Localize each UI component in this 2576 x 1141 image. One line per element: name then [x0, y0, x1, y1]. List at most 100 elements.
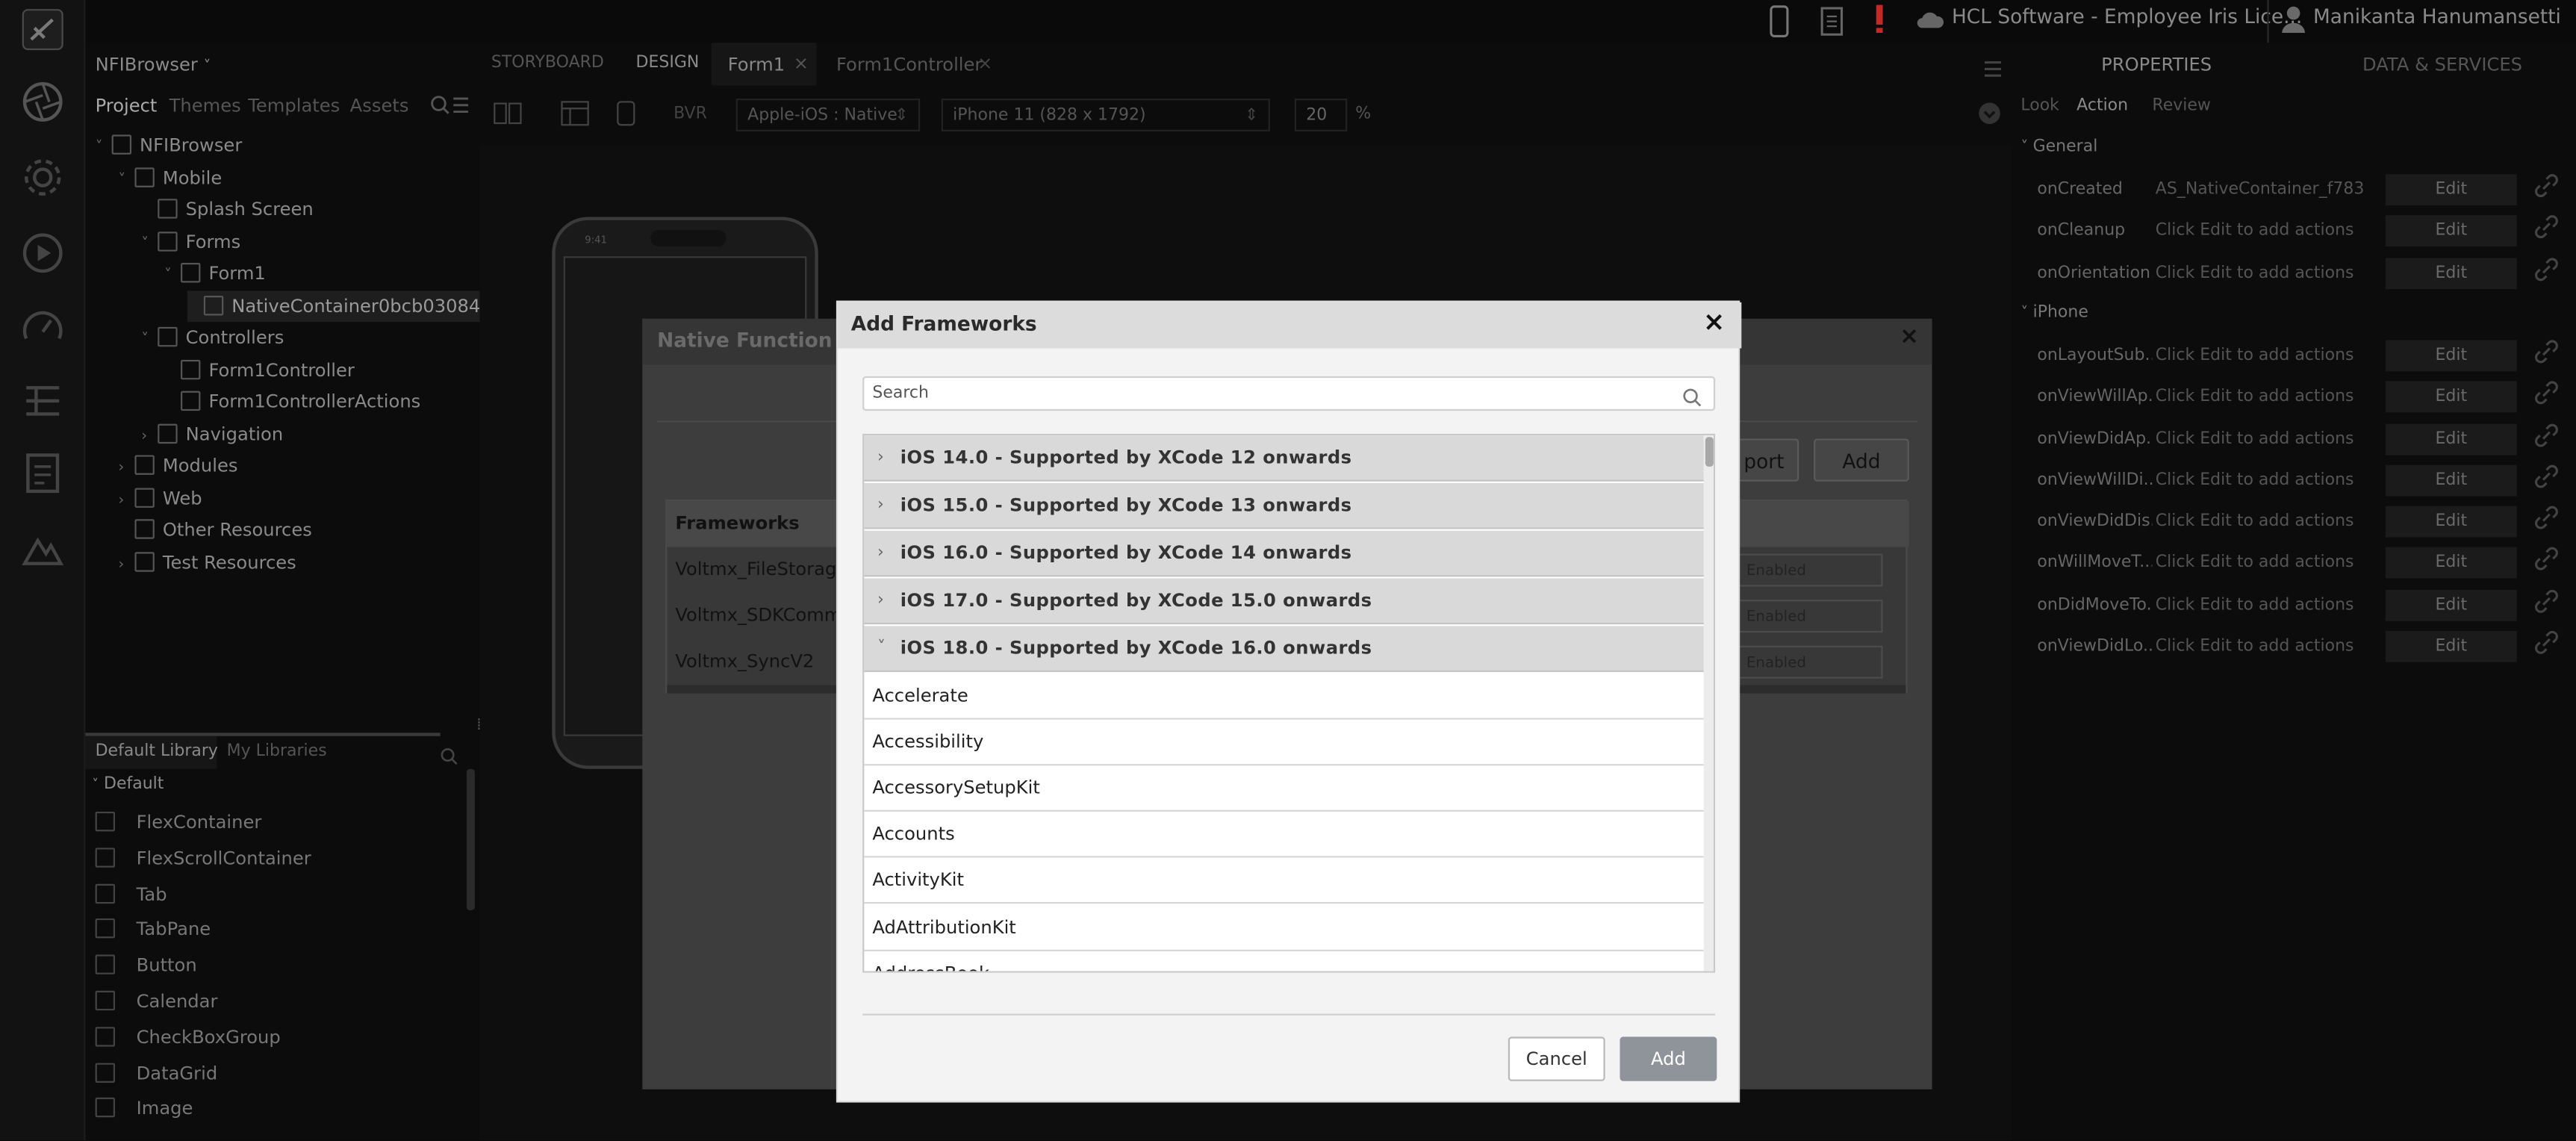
tab-project[interactable]: Project	[96, 96, 158, 117]
tab-action[interactable]: Action	[2076, 97, 2128, 115]
clipboard-icon[interactable]	[1817, 5, 1847, 38]
link-icon[interactable]	[2533, 172, 2560, 199]
link-icon[interactable]	[2533, 546, 2560, 572]
edit-button[interactable]: Edit	[2385, 506, 2517, 538]
link-icon[interactable]	[2533, 505, 2560, 531]
tree-toggle-icon[interactable]: ˅	[141, 230, 158, 261]
status-select[interactable]: Enabled	[1735, 600, 1883, 633]
library-item[interactable]: Tab	[95, 878, 167, 911]
search-icon[interactable]	[441, 741, 458, 765]
logo-icon[interactable]	[19, 7, 66, 53]
edit-button[interactable]: Edit	[2385, 630, 2517, 662]
document-icon[interactable]	[19, 450, 66, 497]
bvr-toggle[interactable]: BVR	[673, 105, 707, 123]
framework-group-header[interactable]: ˅ iOS 18.0 - Supported by XCode 16.0 onwa…	[864, 627, 1704, 673]
library-item[interactable]: Calendar	[95, 986, 217, 1019]
tree-toggle-icon[interactable]: ˅	[96, 133, 112, 164]
close-icon[interactable]: ×	[1900, 323, 1919, 349]
tab-themes[interactable]: Themes	[169, 96, 241, 117]
tree-item[interactable]: › Test Resources	[118, 547, 296, 579]
framework-group-header[interactable]: › iOS 16.0 - Supported by XCode 14 onward…	[864, 531, 1704, 577]
tree-item[interactable]: ˅ Mobile	[118, 163, 222, 194]
edit-button[interactable]: Edit	[2385, 340, 2517, 372]
tab-my-libraries[interactable]: My Libraries	[227, 743, 327, 761]
tree-item[interactable]: › Web	[118, 483, 202, 514]
tree-toggle-icon[interactable]: ›	[118, 453, 134, 485]
settings-gear-icon[interactable]	[19, 155, 66, 201]
tree-item[interactable]: Other Resources	[118, 514, 312, 546]
property-section-header[interactable]: ˅ General	[2020, 138, 2097, 156]
project-selector[interactable]: NFIBrowser ˅	[96, 55, 211, 76]
library-item[interactable]: TabPane	[95, 914, 211, 947]
link-icon[interactable]	[2533, 338, 2560, 364]
library-item[interactable]: CheckBoxGroup	[95, 1022, 281, 1054]
tree-toggle-icon[interactable]: ˅	[118, 166, 134, 197]
tab-form1[interactable]: Form1 ×	[711, 43, 817, 86]
library-item[interactable]: DataGrid	[95, 1057, 217, 1090]
table-row[interactable]: Voltmx_FileStorage	[675, 547, 847, 594]
aperture-icon[interactable]	[19, 79, 66, 125]
device-select[interactable]: iPhone 11 (828 x 1792) ⇕	[941, 99, 1270, 132]
gauge-icon[interactable]	[19, 305, 66, 352]
tree-toggle-icon[interactable]: ›	[118, 486, 134, 517]
edit-button[interactable]: Edit	[2385, 547, 2517, 579]
property-section-header[interactable]: ˅ iPhone	[2020, 304, 2088, 322]
library-item[interactable]: FlexScrollContainer	[95, 842, 311, 875]
tab-templates[interactable]: Templates	[248, 96, 340, 117]
link-icon[interactable]	[2533, 629, 2560, 656]
expand-circle-icon[interactable]	[1978, 102, 2001, 125]
zoom-input[interactable]: 20	[1294, 99, 1348, 132]
framework-list-item[interactable]: AdAttributionKit	[864, 904, 1704, 951]
library-item[interactable]: Button	[95, 950, 197, 983]
link-icon[interactable]	[2533, 214, 2560, 240]
tree-toggle-icon[interactable]: ›	[141, 422, 158, 453]
list-scrollbar[interactable]	[1703, 435, 1714, 971]
device-frame-icon[interactable]	[612, 100, 641, 126]
tree-item[interactable]: Form1Controller	[164, 355, 355, 386]
mountain-icon[interactable]	[19, 526, 66, 572]
framework-list-item[interactable]: AccessorySetupKit	[864, 765, 1704, 812]
tree-item[interactable]: ˅ Controllers	[141, 322, 284, 353]
edit-button[interactable]: Edit	[2385, 464, 2517, 497]
close-icon[interactable]: ×	[1703, 305, 1725, 337]
scroll-thumb[interactable]	[1705, 437, 1714, 467]
hamburger-menu-icon[interactable]	[1983, 55, 2003, 77]
play-icon[interactable]	[19, 230, 66, 276]
link-icon[interactable]	[2533, 421, 2560, 447]
framework-list-item[interactable]: Accounts	[864, 812, 1704, 858]
tree-item[interactable]: ˅ NFIBrowser	[96, 130, 242, 164]
tree-item[interactable]: ˅ Form1	[164, 258, 266, 289]
nfi-add-button[interactable]: Add	[1814, 438, 1909, 482]
edit-button[interactable]: Edit	[2385, 174, 2517, 206]
device-phone-icon[interactable]	[1764, 5, 1794, 38]
library-item[interactable]: FlexContainer	[95, 806, 261, 839]
tab-assets[interactable]: Assets	[350, 96, 409, 117]
table-row[interactable]: Voltmx_SDKComm	[675, 593, 841, 639]
library-scroll-thumb[interactable]	[466, 768, 475, 910]
link-icon[interactable]	[2533, 255, 2560, 282]
tab-storyboard[interactable]: STORYBOARD	[491, 55, 604, 72]
status-select[interactable]: Enabled	[1735, 645, 1883, 679]
framework-group-header[interactable]: › iOS 15.0 - Supported by XCode 13 onward…	[864, 483, 1704, 529]
edit-button[interactable]: Edit	[2385, 257, 2517, 289]
search-filter-icon[interactable]	[430, 93, 470, 116]
tree-item[interactable]: NativeContainer0bcb03084e2	[187, 290, 510, 323]
tree-item[interactable]: Form1ControllerActions	[164, 386, 420, 417]
split-view-icon[interactable]	[493, 102, 523, 125]
user-name[interactable]: Manikanta Hanumansetti	[2313, 5, 2561, 28]
tree-toggle-icon[interactable]: ›	[118, 550, 134, 582]
tab-form1controller[interactable]: Form1Controller	[836, 55, 982, 76]
framework-group-header[interactable]: › iOS 14.0 - Supported by XCode 12 onward…	[864, 435, 1704, 482]
tab-design[interactable]: DESIGN	[636, 55, 700, 72]
edit-button[interactable]: Edit	[2385, 423, 2517, 455]
user-avatar-icon[interactable]	[2280, 5, 2306, 35]
tree-item[interactable]: Splash Screen	[141, 194, 314, 226]
status-select[interactable]: Enabled	[1735, 553, 1883, 587]
warning-icon[interactable]	[1871, 3, 1888, 36]
framework-list-item[interactable]: Accessibility	[864, 719, 1704, 765]
framework-group-header[interactable]: › iOS 17.0 - Supported by XCode 15.0 onwa…	[864, 579, 1704, 625]
tab-look[interactable]: Look	[2020, 97, 2059, 115]
framework-list-item[interactable]: ActivityKit	[864, 858, 1704, 904]
nodes-icon[interactable]	[19, 378, 66, 424]
tab-default-library[interactable]: Default Library	[85, 736, 218, 769]
